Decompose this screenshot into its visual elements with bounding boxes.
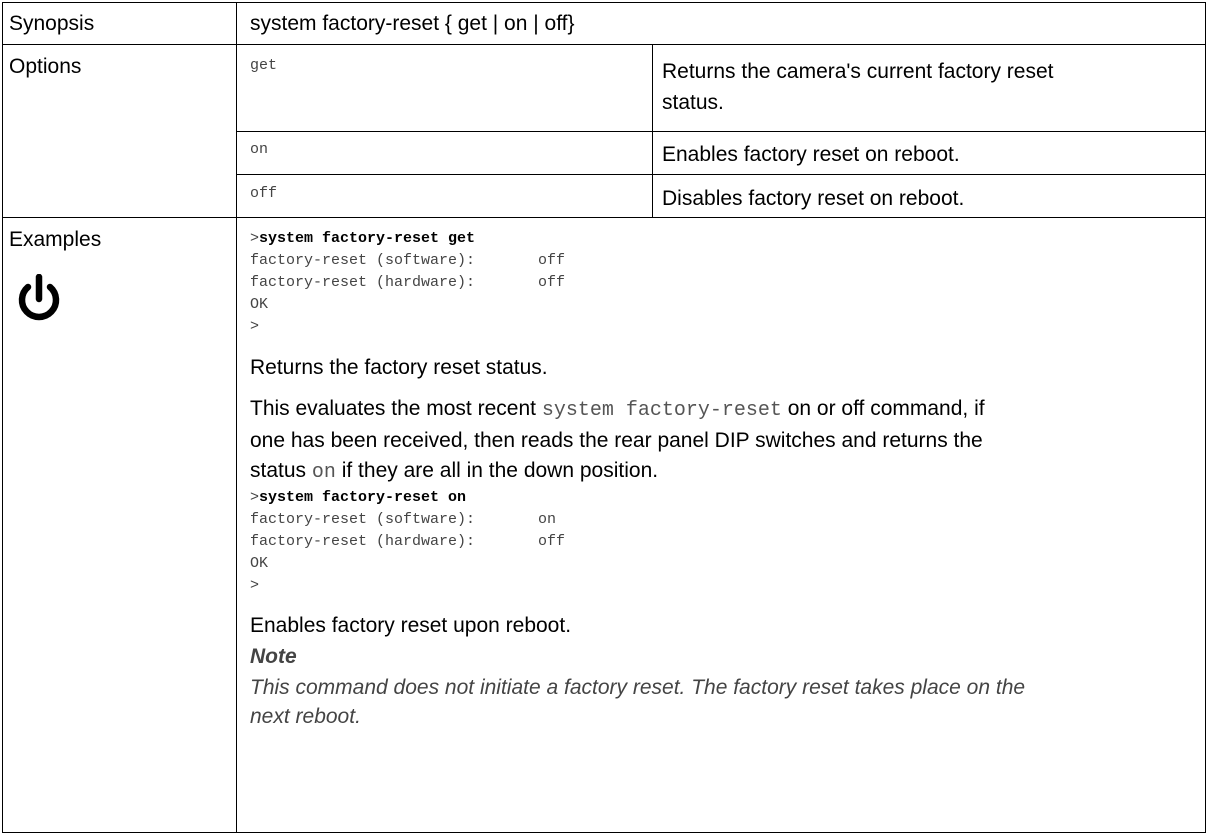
note-body-line2: next reboot. <box>250 705 361 728</box>
row-divider-option-get <box>236 131 1206 132</box>
example2-command: system factory-reset on <box>259 489 467 506</box>
example2-output-software: factory-reset (software): on <box>250 511 557 528</box>
example1-ok: OK <box>250 296 269 313</box>
option-get: get <box>250 57 278 74</box>
example1-command-line: >system factory-reset get <box>250 228 475 250</box>
example2-ok: OK <box>250 555 269 572</box>
synopsis-value: system factory-reset { get | on | off} <box>250 12 575 35</box>
example1-detail-line3: status on if they are all in the down po… <box>250 456 1200 488</box>
row-divider-option-on <box>236 174 1206 175</box>
detail-text-3: status <box>250 459 312 482</box>
example2-end-prompt: > <box>250 577 260 594</box>
detail-text-4: if they are all in the down position. <box>335 459 659 482</box>
example1-command: system factory-reset get <box>259 230 476 247</box>
examples-label: Examples <box>9 228 102 251</box>
power-icon <box>18 274 60 321</box>
detail-code-on: on <box>311 461 336 484</box>
example1-detail: This evaluates the most recent system fa… <box>250 394 1200 488</box>
note-body: This command does not initiate a factory… <box>250 673 1200 731</box>
option-on-description: Enables factory reset on reboot. <box>662 143 960 166</box>
example1-detail-line1: This evaluates the most recent system fa… <box>250 394 1200 426</box>
option-off-description: Disables factory reset on reboot. <box>662 187 965 210</box>
example2-prompt: > <box>250 489 260 506</box>
option-get-description-line2: status. <box>662 91 724 114</box>
command-reference-table: Synopsis system factory-reset { get | on… <box>0 0 1208 835</box>
example1-prompt: > <box>250 230 260 247</box>
example1-summary: Returns the factory reset status. <box>250 356 548 379</box>
synopsis-label: Synopsis <box>9 12 95 35</box>
row-divider-options <box>2 217 1206 218</box>
detail-text-1: This evaluates the most recent <box>250 397 542 420</box>
example2-summary: Enables factory reset upon reboot. <box>250 614 572 637</box>
column-divider-main <box>236 2 237 833</box>
example2-command-line: >system factory-reset on <box>250 487 466 509</box>
example1-output-software: factory-reset (software): off <box>250 252 566 269</box>
option-off: off <box>250 185 278 202</box>
example1-detail-line2: one has been received, then reads the re… <box>250 429 983 452</box>
options-label: Options <box>9 55 82 78</box>
example1-end-prompt: > <box>250 318 260 335</box>
note-body-line1: This command does not initiate a factory… <box>250 676 1026 699</box>
option-on: on <box>250 141 269 158</box>
option-get-description-line1: Returns the camera's current factory res… <box>662 60 1054 83</box>
detail-text-2: on or off command, if <box>781 397 985 420</box>
row-divider-synopsis <box>2 44 1206 45</box>
note-title: Note <box>250 645 297 668</box>
detail-code-command: system factory-reset <box>541 399 782 422</box>
example1-output-hardware: factory-reset (hardware): off <box>250 274 566 291</box>
example2-output-hardware: factory-reset (hardware): off <box>250 533 566 550</box>
